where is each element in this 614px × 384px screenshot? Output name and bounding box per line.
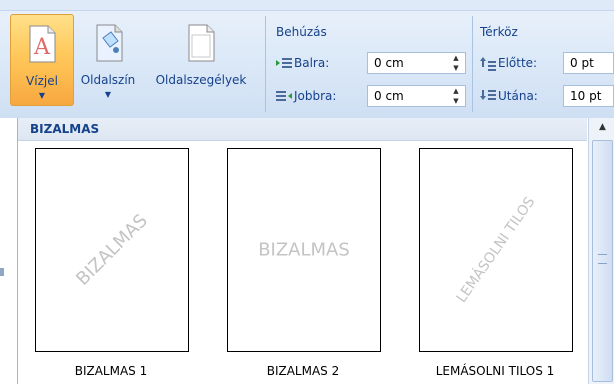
watermark-caption: LEMÁSOLNI TILOS 1 xyxy=(435,364,555,378)
scroll-up-icon[interactable]: ▲ xyxy=(589,118,614,136)
spinner-icon[interactable]: ▲ ▼ xyxy=(451,86,461,106)
gallery-section-header: BIZALMAS xyxy=(18,118,587,141)
watermark-label: Vízjel xyxy=(26,74,58,88)
spacing-after-field[interactable]: 10 pt xyxy=(563,85,614,107)
page-borders-icon xyxy=(188,24,215,62)
svg-text:A: A xyxy=(33,35,51,60)
page-borders-label: Oldalszegélyek xyxy=(155,73,247,87)
chevron-down-icon: ▼ xyxy=(38,91,46,100)
indent-right-label: Jobbra: xyxy=(294,89,337,103)
spacing-after-value: 10 pt xyxy=(570,89,602,103)
ribbon-top-edge xyxy=(0,0,614,11)
indent-group-title: Behúzás xyxy=(276,25,327,39)
watermark-thumbnail-lemasolni-tilos-1[interactable]: LEMÁSOLNI TILOS xyxy=(419,148,573,352)
watermark-preview-text: BIZALMAS xyxy=(258,239,350,261)
gallery-section-title: BIZALMAS xyxy=(30,122,100,136)
watermark-caption: BIZALMAS 1 xyxy=(74,364,148,378)
spacing-before-label: Előtte: xyxy=(498,56,538,70)
watermark-preview-text: LEMÁSOLNI TILOS xyxy=(453,194,539,306)
watermark-thumbnail-bizalmas-1[interactable]: BIZALMAS xyxy=(35,148,189,352)
group-separator xyxy=(472,16,473,112)
spacing-before-field[interactable]: 0 pt xyxy=(563,52,614,74)
spinner-icon[interactable]: ▲ ▼ xyxy=(451,53,461,73)
watermark-button[interactable]: A Vízjel ▼ xyxy=(10,14,74,106)
page-color-label: Oldalszín xyxy=(80,73,136,87)
gallery-scrollbar[interactable]: ▲ xyxy=(588,118,614,384)
grip-icon xyxy=(598,254,607,264)
indent-right-field[interactable]: 0 cm ▲ ▼ xyxy=(367,85,466,107)
spacing-after-label: Utána: xyxy=(498,89,538,103)
document-edge xyxy=(0,118,17,384)
group-separator xyxy=(265,16,266,112)
chevron-down-icon: ▼ xyxy=(104,90,112,99)
indent-right-value: 0 cm xyxy=(374,89,404,103)
indent-left-icon xyxy=(276,58,292,68)
spacing-before-value: 0 pt xyxy=(570,56,594,70)
ribbon: A Vízjel ▼ Oldalszín ▼ Oldalszegélyek Be… xyxy=(0,0,614,118)
page-borders-button[interactable]: Oldalszegélyek xyxy=(145,14,257,104)
page-color-button[interactable]: Oldalszín ▼ xyxy=(72,14,144,104)
watermark-thumbnail-bizalmas-2[interactable]: BIZALMAS xyxy=(227,148,381,352)
watermark-icon: A xyxy=(29,25,56,63)
indent-left-label: Balra: xyxy=(294,56,330,70)
spacing-before-icon xyxy=(480,57,496,71)
watermark-gallery: BIZALMAS BIZALMAS BIZALMAS 1 BIZALMAS BI… xyxy=(17,118,614,384)
spacing-group-title: Térköz xyxy=(480,25,518,39)
indent-left-field[interactable]: 0 cm ▲ ▼ xyxy=(367,52,466,74)
paint-bucket-icon xyxy=(96,24,123,62)
spacing-after-icon xyxy=(480,90,496,100)
watermark-preview-text: BIZALMAS xyxy=(72,210,152,290)
indent-right-icon xyxy=(276,91,292,101)
indent-left-value: 0 cm xyxy=(374,56,404,70)
watermark-caption: BIZALMAS 2 xyxy=(266,364,340,378)
scrollbar-thumb[interactable] xyxy=(592,140,613,382)
ruler-marker xyxy=(0,268,4,276)
